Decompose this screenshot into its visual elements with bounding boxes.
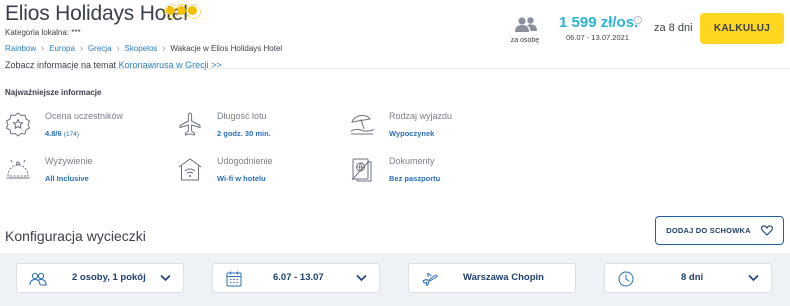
hotel-stars — [164, 4, 201, 19]
info-item-amenity: Udogodnienie Wi-fi w hotelu — [177, 156, 347, 196]
duration-select[interactable]: 8 dni — [604, 263, 772, 293]
local-category: Kategoria lokalna: *** — [5, 28, 81, 37]
trip-type-label: Rodzaj wyjazdu — [389, 111, 453, 121]
add-to-clipboard-button[interactable]: DODAJ DO SCHOWKA — [655, 216, 784, 245]
rating-value: 4.8/6 (174) — [45, 129, 79, 138]
departure-value: Warszawa Chopin — [463, 272, 544, 283]
breadcrumb: Rainbow › Europa › Grecja › Skopelos › W… — [5, 43, 282, 53]
info-item-trip-type: Rodzaj wyjazdu Wypoczynek — [349, 111, 519, 151]
star-icon — [175, 4, 190, 19]
food-cloche-icon — [6, 159, 30, 179]
board-label: Wyżywienie — [45, 156, 93, 166]
persons-icon-wrap — [510, 16, 542, 33]
star-icon — [186, 4, 201, 19]
flight-label: Długość lotu — [217, 111, 267, 121]
chevron-down-icon — [748, 274, 759, 282]
calculate-button[interactable]: KALKULUJ — [700, 13, 784, 44]
beach-umbrella-icon — [350, 114, 375, 135]
hotel-name: Elios Holidays Hotel — [5, 2, 188, 25]
breadcrumb-skopelos[interactable]: Skopelos — [125, 44, 158, 53]
rating-label: Ocena uczestników — [45, 111, 124, 121]
info-item-rating: Ocena uczestników 4.8/6 (174) — [5, 111, 175, 151]
documents-label: Dokumenty — [389, 156, 435, 166]
dates-value: 6.07 - 13.07 — [273, 272, 324, 283]
two-persons-icon — [515, 17, 537, 32]
info-item-board: Wyżywienie All Inclusive — [5, 156, 175, 196]
participants-value: 2 osoby, 1 pokój — [72, 272, 146, 283]
config-bar: 2 osoby, 1 pokój 6.07 - 13.07 Warszawa C… — [0, 253, 790, 306]
info-item-documents: Dokumenty Bez paszportu — [349, 156, 519, 196]
nights-count: za 8 dni — [654, 22, 693, 34]
trip-type-value: Wypoczynek — [389, 129, 435, 138]
chevron-down-icon — [160, 274, 171, 282]
clipboard-button-label: DODAJ DO SCHOWKA — [666, 226, 751, 235]
chevron-right-icon: › — [116, 43, 120, 53]
rating-score: 4.8/6 — [45, 129, 62, 138]
star-icon — [164, 4, 179, 19]
per-person-label: za osobę — [510, 37, 540, 44]
breadcrumb-current: Wakacje w Elios Holidays Hotel — [170, 43, 283, 53]
heart-icon — [760, 225, 773, 236]
price-dates: 06.07 - 13.07.2021 — [566, 33, 629, 42]
header-divider — [0, 68, 790, 69]
amenity-label: Udogodnienie — [217, 156, 273, 166]
flight-value: 2 godz. 30 min. — [217, 129, 271, 138]
rating-count: (174) — [63, 131, 79, 138]
chevron-right-icon: › — [79, 43, 83, 53]
board-value: All Inclusive — [45, 174, 89, 183]
people-icon — [29, 272, 47, 286]
amenity-value: Wi-fi w hotelu — [217, 174, 266, 183]
breadcrumb-rainbow[interactable]: Rainbow — [5, 44, 36, 53]
participants-select[interactable]: 2 osoby, 1 pokój — [16, 263, 184, 293]
clock-icon — [618, 271, 634, 287]
chevron-right-icon: › — [162, 43, 166, 53]
plane-departure-icon — [422, 272, 438, 286]
passport-icon — [351, 158, 372, 182]
calendar-icon — [226, 271, 242, 287]
breadcrumb-grecja[interactable]: Grecja — [88, 44, 112, 53]
departure-select[interactable]: Warszawa Chopin — [408, 263, 576, 293]
chevron-right-icon: › — [41, 43, 45, 53]
info-icon[interactable]: i — [634, 16, 642, 24]
info-item-flight: Długość lotu 2 godz. 30 min. — [177, 111, 347, 151]
wifi-house-icon — [178, 158, 202, 181]
duration-value: 8 dni — [681, 272, 704, 283]
dates-select[interactable]: 6.07 - 13.07 — [212, 263, 380, 293]
airplane-icon — [179, 112, 201, 136]
chevron-down-icon — [356, 274, 367, 282]
documents-value: Bez paszportu — [389, 174, 441, 183]
key-info-title: Najważniejsze informacje — [5, 88, 102, 97]
price-value: 1 599 zł/os. — [559, 14, 639, 31]
config-title: Konfiguracja wycieczki — [5, 228, 146, 244]
badge-star-icon — [5, 112, 31, 137]
breadcrumb-europa[interactable]: Europa — [49, 44, 75, 53]
